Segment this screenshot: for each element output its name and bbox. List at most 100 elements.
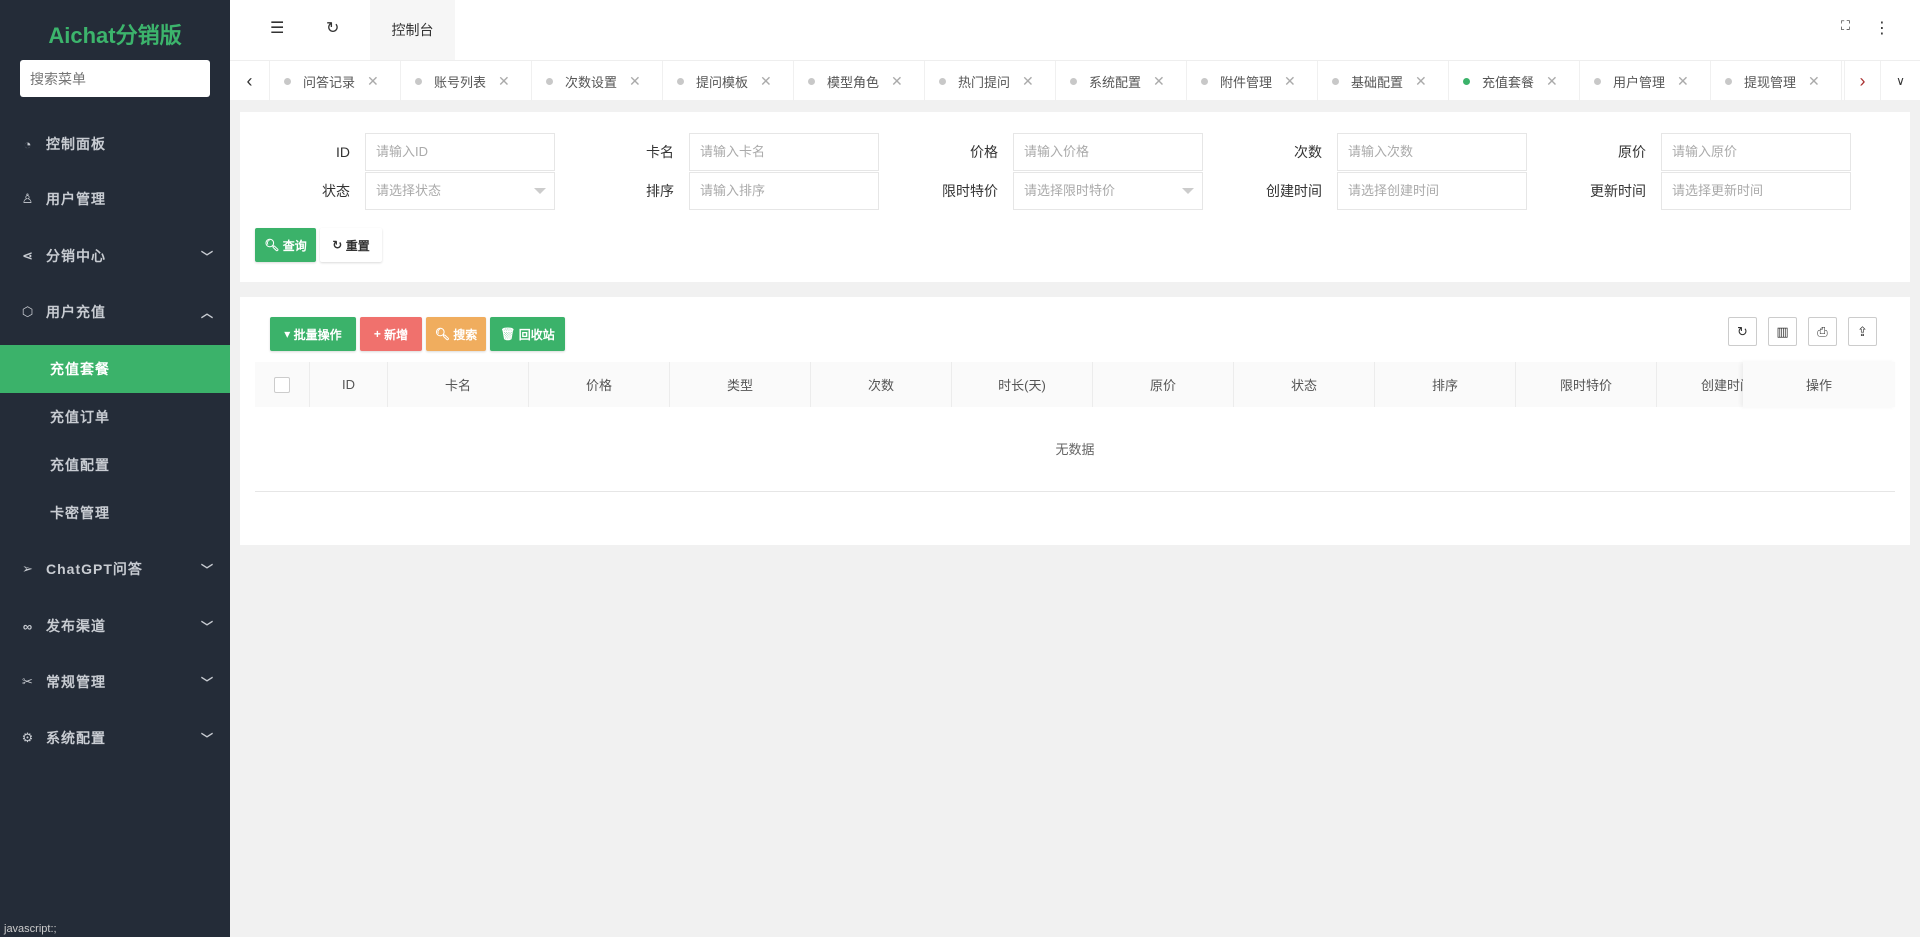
- filter-input[interactable]: 请输入排序: [689, 172, 879, 210]
- tab-9[interactable]: 充值套餐 ✕: [1449, 61, 1580, 101]
- filter-label: 次数: [1294, 144, 1322, 160]
- filter-label: 限时特价: [942, 183, 998, 199]
- tab-console[interactable]: 控制台: [370, 0, 455, 60]
- caret-down-icon: ▾: [284, 327, 291, 341]
- tab-7[interactable]: 附件管理 ✕: [1187, 61, 1318, 101]
- search-button[interactable]: 🔍︎ 搜索: [426, 317, 486, 351]
- column-header[interactable]: 排序: [1375, 362, 1516, 407]
- recycle-button[interactable]: 🗑︎ 回收站: [490, 317, 565, 351]
- search-form: ID 请输入ID 卡名 请输入卡名 价格 请输入价格 次数 请输入次数 原价 请输入原价 状态 请选择…: [240, 112, 1910, 282]
- trash-icon: 🗑︎: [500, 327, 516, 341]
- close-icon[interactable]: ✕: [760, 73, 772, 90]
- reset-icon: ↻: [332, 238, 343, 252]
- filter-label: 创建时间: [1266, 183, 1322, 199]
- filter-input[interactable]: 请选择创建时间: [1337, 172, 1527, 210]
- reset-button[interactable]: ↻ 重置: [320, 228, 382, 262]
- column-header[interactable]: 次数: [811, 362, 952, 407]
- sidebar-item-3[interactable]: ⬡ 用户充值 ︿: [0, 288, 230, 336]
- tab-6[interactable]: 系统配置 ✕: [1056, 61, 1187, 101]
- close-icon[interactable]: ✕: [1677, 73, 1689, 90]
- close-icon[interactable]: ✕: [629, 73, 641, 90]
- filter-input[interactable]: 请输入次数: [1337, 133, 1527, 171]
- select-all-checkbox[interactable]: [255, 362, 310, 407]
- close-icon[interactable]: ✕: [1284, 73, 1296, 90]
- column-header[interactable]: 限时特价: [1516, 362, 1657, 407]
- tab-5[interactable]: 热门提问 ✕: [925, 61, 1056, 101]
- query-button[interactable]: 🔍︎ 查询: [255, 228, 316, 262]
- close-icon[interactable]: ✕: [891, 73, 903, 90]
- chevron-down-icon: ﹀: [200, 562, 214, 577]
- filter-input[interactable]: 请输入卡名: [689, 133, 879, 171]
- menu-toggle-icon[interactable]: ☰: [270, 18, 284, 38]
- user-icon: ♙: [21, 191, 35, 206]
- refresh-icon[interactable]: ↻: [326, 18, 339, 38]
- caret-down-icon: [534, 188, 546, 194]
- close-icon[interactable]: ✕: [367, 73, 379, 90]
- tab-2[interactable]: 次数设置 ✕: [532, 61, 663, 101]
- export-icon[interactable]: ⇪: [1848, 317, 1877, 346]
- sidebar-subitem-0[interactable]: 充值套餐: [0, 345, 230, 393]
- tabs-left-icon[interactable]: ‹: [230, 61, 270, 101]
- close-icon[interactable]: ✕: [498, 73, 510, 90]
- filter-input[interactable]: 请输入原价: [1661, 133, 1851, 171]
- column-header[interactable]: 价格: [529, 362, 670, 407]
- close-icon[interactable]: ✕: [1808, 73, 1820, 90]
- sidebar-item-4[interactable]: ➢ ChatGPT问答 ﹀: [0, 545, 230, 593]
- tab-4[interactable]: 模型角色 ✕: [794, 61, 925, 101]
- sidebar-item-6[interactable]: ✂ 常规管理 ﹀: [0, 658, 230, 706]
- sidebar-item-7[interactable]: ⚙ 系统配置 ﹀: [0, 714, 230, 762]
- tab-10[interactable]: 用户管理 ✕: [1580, 61, 1711, 101]
- column-header[interactable]: 卡名: [388, 362, 529, 407]
- close-icon[interactable]: ✕: [1153, 73, 1165, 90]
- column-header[interactable]: ID: [310, 362, 388, 407]
- filter-input[interactable]: 请输入价格: [1013, 133, 1203, 171]
- chevron-up-icon: ︿: [200, 305, 214, 320]
- table-refresh-icon[interactable]: ↻: [1728, 317, 1757, 346]
- table-panel: ▾ 批量操作 + 新增 🔍︎ 搜索 🗑︎ 回收站 ↻ ▥ ⎙ ⇪ ID 卡名 价格类…: [240, 297, 1910, 545]
- sidebar-item-1[interactable]: ♙ 用户管理: [0, 175, 230, 223]
- filter-input[interactable]: 请选择状态: [365, 172, 555, 210]
- status-dot-icon: [1594, 77, 1601, 85]
- header: ☰ ↻ 控制台 ⛶ ⋮: [230, 0, 1920, 60]
- status-dot-icon: [1463, 77, 1470, 85]
- columns-icon[interactable]: ▥: [1768, 317, 1797, 346]
- tabs-right-icon[interactable]: ›: [1844, 61, 1880, 101]
- filter-input[interactable]: 请输入ID: [365, 133, 555, 171]
- column-header-action: 操作: [1743, 362, 1895, 407]
- more-icon[interactable]: ⋮: [1874, 18, 1890, 38]
- tab-0[interactable]: 问答记录 ✕: [270, 61, 401, 101]
- empty-text: 无数据: [255, 407, 1895, 492]
- sidebar-item-0[interactable]: ◔ 控制面板: [0, 120, 230, 168]
- tabs-dropdown-icon[interactable]: ∨: [1880, 61, 1920, 101]
- column-header[interactable]: 状态: [1234, 362, 1375, 407]
- filter-label: 价格: [970, 144, 998, 160]
- cube-icon: ⬡: [21, 304, 35, 319]
- column-header[interactable]: 原价: [1093, 362, 1234, 407]
- close-icon[interactable]: ✕: [1022, 73, 1034, 90]
- column-header[interactable]: 类型: [670, 362, 811, 407]
- sidebar-subitem-3[interactable]: 卡密管理: [0, 489, 230, 537]
- search-icon: 🔍︎: [264, 238, 280, 252]
- sidebar-item-2[interactable]: ⋖ 分销中心 ﹀: [0, 232, 230, 280]
- filter-label: 卡名: [646, 144, 674, 160]
- menu-search-input[interactable]: [20, 60, 210, 97]
- fullscreen-icon[interactable]: ⛶: [1841, 18, 1850, 34]
- tab-3[interactable]: 提问模板 ✕: [663, 61, 794, 101]
- status-dot-icon: [415, 77, 422, 85]
- column-header[interactable]: 时长(天): [952, 362, 1093, 407]
- close-icon[interactable]: ✕: [1546, 73, 1558, 90]
- tab-1[interactable]: 账号列表 ✕: [401, 61, 532, 101]
- filter-input[interactable]: 请选择限时特价: [1013, 172, 1203, 210]
- sidebar-subitem-1[interactable]: 充值订单: [0, 393, 230, 441]
- tab-8[interactable]: 基础配置 ✕: [1318, 61, 1449, 101]
- add-button[interactable]: + 新增: [360, 317, 422, 351]
- close-icon[interactable]: ✕: [1415, 73, 1427, 90]
- tab-11[interactable]: 提现管理 ✕: [1711, 61, 1842, 101]
- sidebar-item-5[interactable]: ∞ 发布渠道 ﹀: [0, 602, 230, 650]
- status-dot-icon: [546, 77, 553, 85]
- sidebar-subitem-2[interactable]: 充值配置: [0, 441, 230, 489]
- filter-input[interactable]: 请选择更新时间: [1661, 172, 1851, 210]
- print-icon[interactable]: ⎙: [1808, 317, 1837, 346]
- batch-button[interactable]: ▾ 批量操作: [270, 317, 356, 351]
- search-icon: 🔍︎: [434, 327, 450, 341]
